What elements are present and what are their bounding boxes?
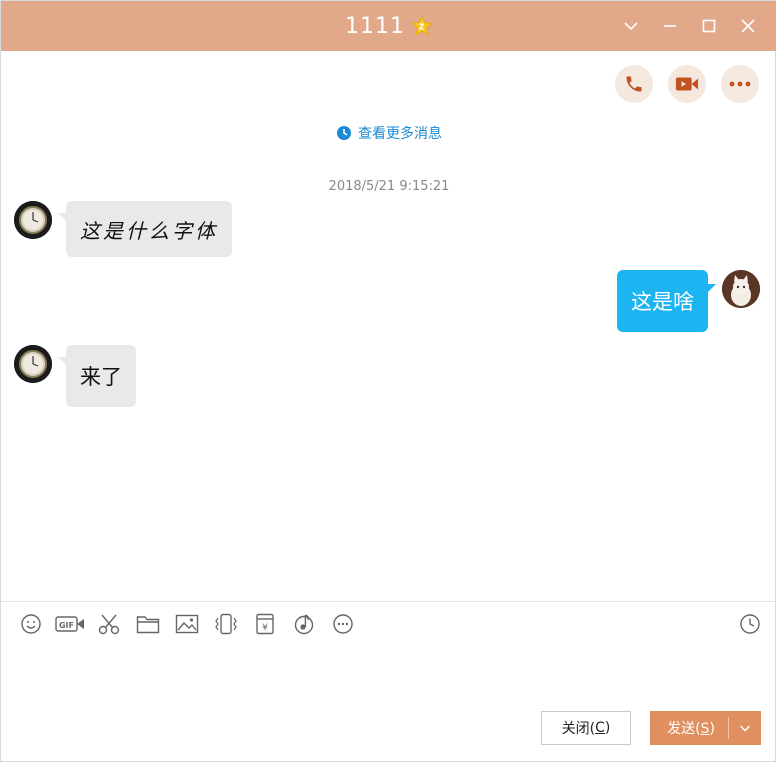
more-circle-icon [332,614,353,634]
shake-icon [214,613,237,635]
chat-actions [615,65,759,103]
close-label: 关闭( [561,721,596,737]
message-item: 来了 [14,345,136,407]
screenshot-button[interactable] [89,611,128,637]
gif-icon: GIF [54,616,84,632]
close-icon [740,19,755,33]
collapse-button[interactable] [611,1,650,51]
svg-text:GIF: GIF [58,621,73,630]
minimize-icon [663,25,676,27]
more-options-button[interactable] [721,65,759,103]
message-timestamp: 2018/5/21 9:15:21 [328,179,450,194]
message-text: 这是什么字体 [80,218,218,243]
message-text: 来了 [80,365,122,389]
avatar[interactable] [722,270,760,308]
message-text: 这是啥 [631,290,694,314]
more-icon [729,81,751,87]
shake-button[interactable] [206,611,245,637]
maximize-button[interactable] [689,1,728,51]
close-window-button[interactable] [728,1,767,51]
clock-icon [337,126,351,140]
watch-avatar-icon [14,345,52,383]
video-camera-icon [675,77,699,91]
message-bubble[interactable]: 来了 [58,345,136,407]
input-divider [1,601,776,602]
red-packet-icon: ¥ [255,613,274,635]
red-packet-button[interactable]: ¥ [245,611,284,637]
close-label-suffix: ) [604,720,611,736]
view-more-label: 查看更多消息 [358,126,442,142]
folder-icon [136,616,159,634]
send-image-button[interactable] [167,611,206,637]
cat-avatar-icon [722,270,760,308]
voice-call-button[interactable] [615,65,653,103]
emoji-button[interactable] [11,611,50,637]
title-bar[interactable]: 1111 Z [1,1,776,51]
music-icon [294,614,313,635]
watch-avatar-icon [14,201,52,239]
maximize-icon [702,19,715,33]
close-button[interactable]: 关闭(C) [541,711,631,745]
emoji-icon [20,614,41,634]
contact-name: 1111 [345,13,405,39]
send-label-suffix: ) [709,721,715,737]
avatar[interactable] [14,201,52,239]
clock-icon [740,614,760,634]
minimize-button[interactable] [650,1,689,51]
more-tools-button[interactable] [323,611,362,637]
message-item: 这是什么字体 [14,201,232,257]
chevron-down-icon [739,725,751,732]
chevron-down-icon [623,22,638,31]
window-controls [611,1,767,51]
chat-window: 1111 Z 查看更多消息 2018/5/21 9:15:21 这是什么字体 这… [0,0,776,762]
video-call-button[interactable] [668,65,706,103]
send-label-wrap: 发送(S) [650,718,728,738]
message-bubble[interactable]: 这是什么字体 [58,201,232,257]
send-label: 发送( [667,721,701,737]
message-bubble[interactable]: 这是啥 [617,270,716,332]
music-button[interactable] [284,611,323,637]
scissors-icon [98,614,119,635]
vip-star-icon: Z [411,15,433,37]
send-file-button[interactable] [128,611,167,637]
view-more-messages-link[interactable]: 查看更多消息 [1,123,776,143]
send-button[interactable]: 发送(S) [650,711,761,745]
input-toolbar: GIF ¥ [11,611,362,637]
svg-text:Z: Z [419,23,426,32]
phone-icon [626,76,642,92]
message-item: 这是啥 [617,270,760,332]
gif-button[interactable]: GIF [50,611,89,637]
avatar[interactable] [14,345,52,383]
svg-text:¥: ¥ [262,623,268,633]
message-history-button[interactable] [737,611,763,637]
contact-title: 1111 Z [345,14,433,39]
close-shortcut-key: C [595,720,605,736]
send-options-button[interactable] [729,711,761,745]
image-icon [175,614,198,634]
